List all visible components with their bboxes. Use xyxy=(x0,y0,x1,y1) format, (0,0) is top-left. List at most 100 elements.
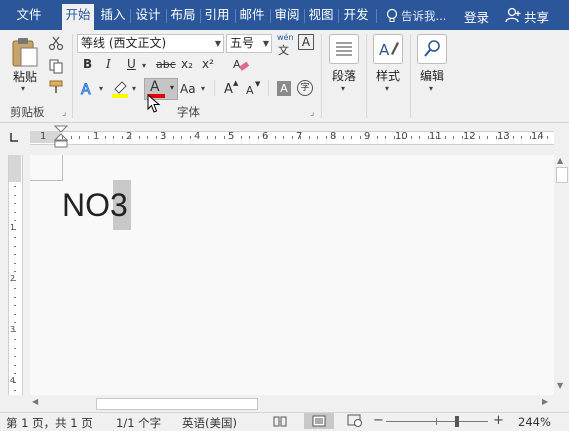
horizontal-scrollbar[interactable]: ◀ ▶ xyxy=(30,395,554,412)
highlight-pen-icon[interactable] xyxy=(111,80,129,98)
phonetic-guide-button[interactable]: wén 文 xyxy=(276,33,294,57)
share-button[interactable]: 共享 xyxy=(504,4,554,26)
scroll-right-icon[interactable]: ▶ xyxy=(542,397,548,406)
zoom-out-button[interactable]: − xyxy=(373,413,384,428)
vruler-tick xyxy=(14,203,16,204)
vruler-tick xyxy=(14,186,16,187)
zoom-slider-thumb[interactable] xyxy=(455,416,459,427)
tab-insert[interactable]: 插入 xyxy=(98,4,128,28)
tab-home[interactable]: 开始 xyxy=(62,4,94,30)
ruler-tick xyxy=(266,136,267,139)
subscript-button[interactable]: x₂ xyxy=(181,57,193,71)
tab-selector[interactable] xyxy=(6,130,22,146)
clipboard-launcher-icon[interactable]: ⌟ xyxy=(62,108,66,118)
tab-references[interactable]: 引用 xyxy=(201,4,233,28)
superscript-button[interactable]: x² xyxy=(202,57,214,71)
bold-button[interactable]: B xyxy=(83,57,92,71)
vertical-scroll-thumb[interactable] xyxy=(556,167,568,183)
underline-dropdown-icon[interactable]: ▾ xyxy=(142,61,146,70)
ruler-tick xyxy=(487,136,488,139)
login-link[interactable]: 登录 xyxy=(464,7,489,26)
phonetic-char-text: 文 xyxy=(278,44,289,57)
italic-button[interactable]: I xyxy=(106,57,111,71)
tab-mailings[interactable]: 邮件 xyxy=(236,4,268,28)
enclose-characters-button[interactable]: 字 xyxy=(297,80,313,96)
vruler-tick xyxy=(14,348,16,349)
ruler-tick xyxy=(292,136,293,139)
paste-dropdown-arrow-icon: ▾ xyxy=(21,84,26,93)
document-text[interactable]: NO3 xyxy=(62,186,128,224)
web-layout-icon[interactable] xyxy=(347,414,363,428)
chevron-down-icon: ▾ xyxy=(341,84,346,93)
horizontal-scroll-thumb[interactable] xyxy=(96,398,258,410)
tab-developer[interactable]: 开发 xyxy=(339,4,373,28)
read-mode-icon[interactable] xyxy=(273,414,287,428)
print-layout-icon xyxy=(312,415,326,427)
tell-me-box[interactable]: 告诉我... xyxy=(386,7,452,25)
font-launcher-icon[interactable]: ⌟ xyxy=(310,108,314,118)
lightbulb-icon xyxy=(386,8,398,22)
scroll-down-icon[interactable]: ▼ xyxy=(557,381,563,390)
scroll-up-icon[interactable]: ▲ xyxy=(557,156,563,165)
format-painter-icon[interactable] xyxy=(48,79,64,95)
strikethrough-button[interactable]: abc xyxy=(156,58,176,71)
character-shading-button[interactable]: A xyxy=(277,81,291,96)
tab-design[interactable]: 设计 xyxy=(132,4,164,28)
ruler-tick xyxy=(309,136,310,139)
ruler-tick xyxy=(428,136,429,139)
ruler-tick xyxy=(156,136,157,139)
character-border-button[interactable]: A xyxy=(298,34,314,50)
vruler-tick xyxy=(14,220,16,221)
paragraph-button[interactable]: 段落 ▾ xyxy=(326,34,362,98)
paragraph-label: 段落 xyxy=(331,69,356,83)
indent-markers-icon[interactable] xyxy=(54,125,68,151)
ruler-tick xyxy=(317,136,318,139)
zoom-level[interactable]: 244% xyxy=(518,415,551,429)
vruler-tick xyxy=(14,314,16,315)
font-group-label: 字体 xyxy=(177,105,200,119)
zoom-in-button[interactable]: + xyxy=(493,413,504,428)
tab-review[interactable]: 审阅 xyxy=(271,4,303,28)
ruler-tick xyxy=(62,136,63,139)
styles-button[interactable]: A 样式 ▾ xyxy=(370,34,406,98)
vruler-tick xyxy=(14,331,16,332)
grow-font-button[interactable]: A xyxy=(224,82,233,97)
chevron-down-icon[interactable]: ▾ xyxy=(99,84,103,93)
ruler-tick xyxy=(275,136,276,139)
chevron-down-icon[interactable]: ▾ xyxy=(201,84,205,93)
chevron-down-icon[interactable]: ▾ xyxy=(132,84,136,93)
styles-label: 样式 xyxy=(375,69,400,83)
paste-button[interactable]: 粘贴 ▾ xyxy=(8,36,42,94)
grow-caret-icon: ▲ xyxy=(233,79,239,87)
chevron-down-icon[interactable]: ▾ xyxy=(170,83,174,92)
vruler-tick xyxy=(14,305,16,306)
clear-formatting-icon[interactable]: A xyxy=(232,57,250,73)
tab-layout[interactable]: 布局 xyxy=(167,4,199,28)
svg-text:A: A xyxy=(233,58,241,71)
change-case-button[interactable]: Aa xyxy=(180,82,196,96)
vertical-scrollbar[interactable]: ▲ ▼ xyxy=(554,155,569,395)
text-effects-icon[interactable]: A xyxy=(80,80,96,99)
print-layout-button[interactable] xyxy=(304,413,334,429)
inner-divider xyxy=(268,80,269,96)
share-label: 共享 xyxy=(524,10,550,25)
editing-button[interactable]: 编辑 ▾ xyxy=(414,34,450,98)
tab-separator xyxy=(130,9,131,23)
tab-file[interactable]: 文件 xyxy=(8,4,50,28)
ruler-tick xyxy=(198,136,199,139)
underline-button[interactable]: U xyxy=(127,57,136,71)
chevron-down-icon: ▾ xyxy=(429,84,434,93)
cut-icon[interactable] xyxy=(48,35,64,51)
zoom-slider-track[interactable] xyxy=(386,421,488,422)
shrink-font-button[interactable]: A xyxy=(246,84,254,97)
chevron-down-icon: ▼ xyxy=(214,39,221,48)
copy-icon[interactable] xyxy=(48,58,64,74)
ruler-tick xyxy=(547,136,548,139)
ruler-tick xyxy=(249,136,250,139)
font-size-combo[interactable]: 五号 ▼ xyxy=(226,34,272,53)
font-size-value: 五号 xyxy=(230,36,255,50)
vruler-number: 2 xyxy=(10,274,16,283)
scroll-left-icon[interactable]: ◀ xyxy=(32,397,38,406)
font-name-combo[interactable]: 等线 (西文正文) ▼ xyxy=(77,34,224,53)
tab-view[interactable]: 视图 xyxy=(305,4,337,28)
